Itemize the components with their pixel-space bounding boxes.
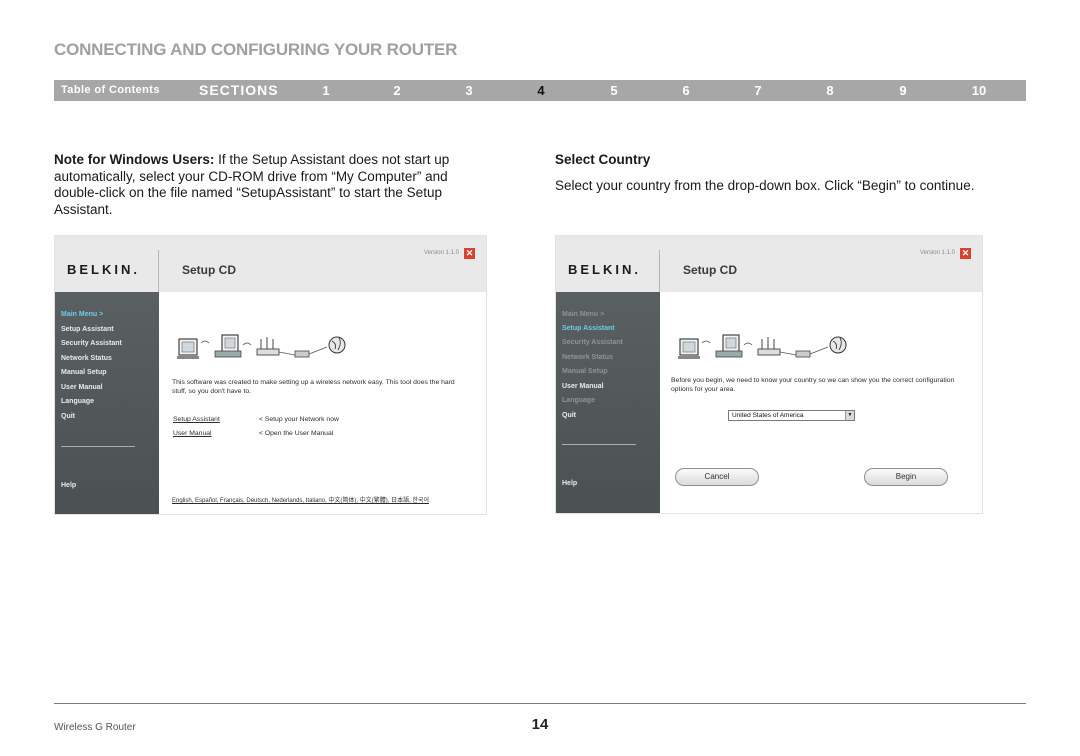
version-label: Version 1.1.0 bbox=[919, 250, 955, 256]
setup-assistant-link-desc: < Setup your Network now bbox=[259, 416, 339, 423]
select-country-description: Before you begin, we need to know your c… bbox=[671, 377, 955, 393]
begin-button[interactable]: Begin bbox=[864, 468, 948, 486]
user-manual-link-desc: < Open the User Manual bbox=[259, 430, 334, 437]
sidebar-item-setup-assistant[interactable]: Setup Assistant bbox=[61, 326, 114, 333]
windows-note: Note for Windows Users: If the Setup Ass… bbox=[54, 152, 488, 218]
sidebar-item-security-assistant[interactable]: Security Assistant bbox=[562, 339, 623, 346]
nav-section-5[interactable]: 5 bbox=[610, 83, 617, 98]
section-nav-bar: Table of Contents SECTIONS 1 2 3 4 5 6 7… bbox=[54, 80, 1026, 101]
footer-product-name: Wireless G Router bbox=[54, 722, 136, 733]
belkin-logo: BELKIN. bbox=[568, 262, 641, 277]
nav-section-10[interactable]: 10 bbox=[972, 83, 986, 98]
sidebar-item-language[interactable]: Language bbox=[562, 397, 595, 404]
sidebar-item-help[interactable]: Help bbox=[562, 480, 577, 487]
network-illustration-icon bbox=[177, 334, 346, 359]
sidebar-item-main-menu[interactable]: Main Menu > bbox=[61, 311, 103, 318]
user-manual-link[interactable]: User Manual bbox=[173, 430, 212, 437]
setup-cd-sidebar: Main Menu > Setup Assistant Security Ass… bbox=[55, 292, 159, 514]
setup-cd-sidebar: Main Menu > Setup Assistant Security Ass… bbox=[556, 292, 660, 513]
country-select[interactable]: United States of America ▼ bbox=[728, 410, 855, 421]
sidebar-item-manual-setup[interactable]: Manual Setup bbox=[562, 368, 608, 375]
sidebar-item-quit[interactable]: Quit bbox=[61, 413, 75, 420]
language-links[interactable]: English, Español, Français, Deutsch, Ned… bbox=[172, 495, 429, 504]
sidebar-item-manual-setup[interactable]: Manual Setup bbox=[61, 369, 107, 376]
cancel-button[interactable]: Cancel bbox=[675, 468, 759, 486]
setup-assistant-link[interactable]: Setup Assistant bbox=[173, 416, 220, 423]
nav-table-of-contents[interactable]: Table of Contents bbox=[61, 84, 160, 96]
setup-cd-title: Setup CD bbox=[182, 263, 236, 277]
sidebar-item-user-manual[interactable]: User Manual bbox=[562, 383, 604, 390]
version-label: Version 1.1.0 bbox=[423, 250, 459, 256]
page-title: CONNECTING AND CONFIGURING YOUR ROUTER bbox=[54, 40, 458, 59]
sidebar-item-user-manual[interactable]: User Manual bbox=[61, 384, 103, 391]
header-divider bbox=[659, 250, 660, 292]
select-country-heading: Select Country bbox=[555, 152, 651, 167]
nav-section-7[interactable]: 7 bbox=[754, 83, 761, 98]
sidebar-divider bbox=[562, 444, 636, 445]
close-icon[interactable]: ✕ bbox=[960, 248, 971, 259]
setup-cd-header: BELKIN. Setup CD Version 1.1.0 ✕ bbox=[556, 236, 982, 292]
sidebar-item-help[interactable]: Help bbox=[61, 482, 76, 489]
nav-sections-label: SECTIONS bbox=[199, 82, 279, 98]
sidebar-item-security-assistant[interactable]: Security Assistant bbox=[61, 340, 122, 347]
main-menu-description: This software was created to make settin… bbox=[172, 379, 455, 395]
nav-section-4[interactable]: 4 bbox=[537, 83, 544, 98]
nav-section-3[interactable]: 3 bbox=[465, 83, 472, 98]
network-illustration-icon bbox=[678, 334, 847, 359]
sidebar-item-network-status[interactable]: Network Status bbox=[562, 354, 613, 361]
page-number: 14 bbox=[531, 716, 549, 733]
header-divider bbox=[158, 250, 159, 292]
sidebar-item-setup-assistant[interactable]: Setup Assistant bbox=[562, 325, 615, 332]
belkin-logo: BELKIN. bbox=[67, 262, 140, 277]
close-icon[interactable]: ✕ bbox=[464, 248, 475, 259]
footer-divider bbox=[54, 703, 1026, 704]
chevron-down-icon[interactable]: ▼ bbox=[845, 411, 854, 420]
country-select-value: United States of America bbox=[732, 412, 804, 419]
sidebar-item-network-status[interactable]: Network Status bbox=[61, 355, 112, 362]
nav-section-8[interactable]: 8 bbox=[826, 83, 833, 98]
sidebar-item-quit[interactable]: Quit bbox=[562, 412, 576, 419]
sidebar-item-main-menu[interactable]: Main Menu > bbox=[562, 311, 604, 318]
nav-section-6[interactable]: 6 bbox=[682, 83, 689, 98]
select-country-text: Select your country from the drop-down b… bbox=[555, 178, 975, 193]
sidebar-item-language[interactable]: Language bbox=[61, 398, 94, 405]
setup-cd-select-country-screenshot: BELKIN. Setup CD Version 1.1.0 ✕ Main Me… bbox=[555, 235, 983, 514]
nav-section-9[interactable]: 9 bbox=[899, 83, 906, 98]
windows-note-label: Note for Windows Users: bbox=[54, 152, 215, 167]
sidebar-divider bbox=[61, 446, 135, 447]
setup-cd-title: Setup CD bbox=[683, 263, 737, 277]
nav-section-1[interactable]: 1 bbox=[322, 83, 329, 98]
setup-cd-main-menu-screenshot: BELKIN. Setup CD Version 1.1.0 ✕ Main Me… bbox=[54, 235, 487, 515]
setup-cd-header: BELKIN. Setup CD Version 1.1.0 ✕ bbox=[55, 236, 486, 292]
nav-section-2[interactable]: 2 bbox=[393, 83, 400, 98]
